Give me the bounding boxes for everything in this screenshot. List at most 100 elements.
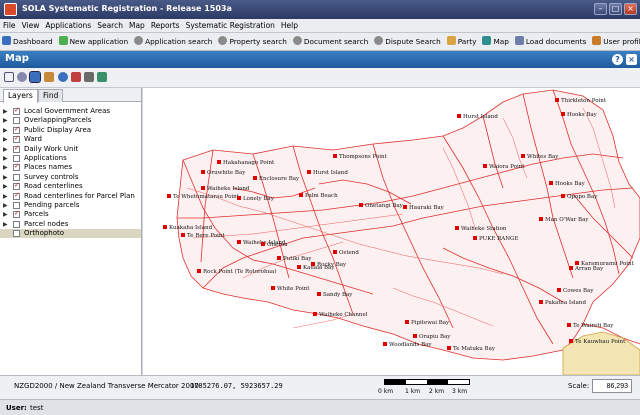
- layer-row[interactable]: ▶ Road centerlines: [0, 181, 141, 191]
- expand-arrow-icon[interactable]: ▶: [3, 126, 8, 135]
- layer-row[interactable]: ▶ Survey controls: [0, 173, 141, 182]
- expand-arrow-icon[interactable]: ▶: [3, 145, 8, 154]
- layer-row[interactable]: ▶ OverlappingParcels: [0, 116, 141, 125]
- layer-row[interactable]: ▶ Local Government Areas: [0, 106, 141, 116]
- map-canvas[interactable]: Thirkleton Point Hooks Bay Thompsons Point…: [143, 88, 640, 375]
- pan-hand-icon[interactable]: [44, 72, 54, 82]
- menu-search[interactable]: Search: [94, 19, 126, 30]
- expand-arrow-icon[interactable]: ▶: [3, 220, 8, 229]
- place-label: Waiora Point: [489, 164, 525, 170]
- place-label: Oruwhite Bay: [207, 170, 246, 176]
- expand-arrow-icon[interactable]: ▶: [3, 154, 8, 163]
- expand-arrow-icon[interactable]: ▶: [3, 210, 8, 219]
- menu-reports[interactable]: Reports: [148, 19, 183, 30]
- menu-file[interactable]: File: [0, 19, 19, 30]
- layer-row[interactable]: ▶ Road centerlines for Parcel Plan: [0, 191, 141, 201]
- minimize-button[interactable]: –: [594, 3, 607, 15]
- layer-checkbox[interactable]: [13, 117, 20, 125]
- print-icon[interactable]: [84, 72, 94, 82]
- zoom-out-icon[interactable]: [29, 71, 41, 83]
- info-icon[interactable]: [58, 72, 68, 82]
- load-documents-button[interactable]: Load documents: [513, 33, 590, 50]
- place-marker: [539, 217, 543, 221]
- layer-row[interactable]: ▶ Places names: [0, 162, 141, 172]
- application-search-button[interactable]: Application search: [132, 33, 216, 50]
- menu-systematic-registration[interactable]: Systematic Registration: [183, 19, 278, 30]
- new-application-icon: [58, 36, 68, 45]
- place-marker: [317, 292, 321, 296]
- place-label: Hooks Bay: [555, 181, 586, 187]
- place-label: Kuakaha Island: [169, 225, 213, 231]
- layer-label: Survey controls: [24, 172, 79, 181]
- tab-layers[interactable]: Layers: [3, 89, 38, 103]
- user-profile-button[interactable]: User profile: [590, 33, 640, 50]
- expand-arrow-icon[interactable]: ▶: [3, 107, 8, 116]
- tab-find[interactable]: Find: [38, 89, 64, 102]
- measure-icon[interactable]: [71, 72, 81, 82]
- expand-arrow-icon[interactable]: ▶: [3, 182, 8, 191]
- layer-row[interactable]: ▶ Daily Work Unit: [0, 144, 141, 154]
- panel-title: Map: [5, 53, 29, 64]
- expand-arrow-icon[interactable]: ▶: [3, 173, 8, 182]
- layer-label: OverlappingParcels: [24, 116, 92, 125]
- place-marker: [167, 194, 171, 198]
- scale-bar-label: 0 km: [378, 388, 394, 395]
- layer-checkbox[interactable]: [13, 181, 20, 191]
- party-button[interactable]: Party: [445, 33, 481, 50]
- layer-checkbox[interactable]: [13, 191, 20, 200]
- select-tool-icon[interactable]: [4, 72, 14, 82]
- expand-arrow-icon[interactable]: ▶: [3, 135, 8, 144]
- layer-row[interactable]: ▶ Ward: [0, 134, 141, 144]
- user-icon: [592, 36, 602, 45]
- new-application-button[interactable]: New application: [57, 33, 133, 50]
- place-marker: [561, 194, 565, 198]
- menu-help[interactable]: Help: [278, 19, 301, 30]
- layer-checkbox[interactable]: [13, 154, 20, 162]
- map-button[interactable]: Map: [480, 33, 512, 50]
- expand-arrow-icon[interactable]: ▶: [3, 116, 8, 125]
- place-marker: [383, 342, 387, 346]
- layer-label: Parcel nodes: [24, 219, 69, 228]
- full-extent-icon[interactable]: [97, 72, 107, 82]
- place-marker: [297, 265, 301, 269]
- map-view[interactable]: Thirkleton Point Hooks Bay Thompsons Point…: [143, 88, 640, 375]
- layer-checkbox[interactable]: [13, 106, 20, 115]
- expand-arrow-icon[interactable]: ▶: [3, 201, 8, 210]
- layer-checkbox[interactable]: [13, 230, 20, 238]
- layer-row[interactable]: Orthophoto: [0, 229, 141, 239]
- layer-row[interactable]: ▶ Applications: [0, 154, 141, 163]
- layer-checkbox[interactable]: [13, 209, 20, 219]
- layer-row[interactable]: ▶ Public Display Area: [0, 125, 141, 135]
- help-button[interactable]: ?: [612, 54, 623, 65]
- place-marker: [313, 312, 317, 316]
- menu-map[interactable]: Map: [126, 19, 148, 30]
- scale-input[interactable]: [592, 379, 632, 393]
- place-marker: [277, 256, 281, 260]
- layer-checkbox[interactable]: [13, 134, 20, 144]
- document-search-button[interactable]: Document search: [291, 33, 372, 50]
- layer-row[interactable]: ▶ Parcel nodes: [0, 220, 141, 229]
- place-label: Rock Point (Te Rotorohua): [203, 268, 276, 275]
- layers-tabs: Layers Find: [0, 88, 141, 103]
- layer-checkbox[interactable]: [13, 220, 20, 228]
- property-search-button[interactable]: Property search: [216, 33, 290, 50]
- close-panel-button[interactable]: ×: [626, 54, 637, 65]
- place-label: Ostend: [339, 250, 359, 256]
- layer-checkbox[interactable]: [13, 162, 20, 172]
- window-title: SOLA Systematic Registration - Release 1…: [22, 4, 232, 13]
- layer-row[interactable]: ▶ Pending parcels: [0, 201, 141, 210]
- menu-applications[interactable]: Applications: [42, 19, 94, 30]
- layer-checkbox[interactable]: [13, 144, 20, 153]
- layer-row[interactable]: ▶ Parcels: [0, 209, 141, 219]
- maximize-button[interactable]: □: [609, 3, 622, 15]
- layer-checkbox[interactable]: [13, 173, 20, 181]
- layer-checkbox[interactable]: [13, 201, 20, 209]
- dispute-search-button[interactable]: Dispute Search: [372, 33, 444, 50]
- expand-arrow-icon[interactable]: ▶: [3, 192, 8, 201]
- menu-view[interactable]: View: [19, 19, 43, 30]
- layer-checkbox[interactable]: [13, 125, 20, 134]
- close-window-button[interactable]: ×: [624, 3, 637, 15]
- expand-arrow-icon[interactable]: ▶: [3, 163, 8, 172]
- dashboard-button[interactable]: Dashboard: [0, 33, 57, 50]
- zoom-in-icon[interactable]: [17, 72, 27, 82]
